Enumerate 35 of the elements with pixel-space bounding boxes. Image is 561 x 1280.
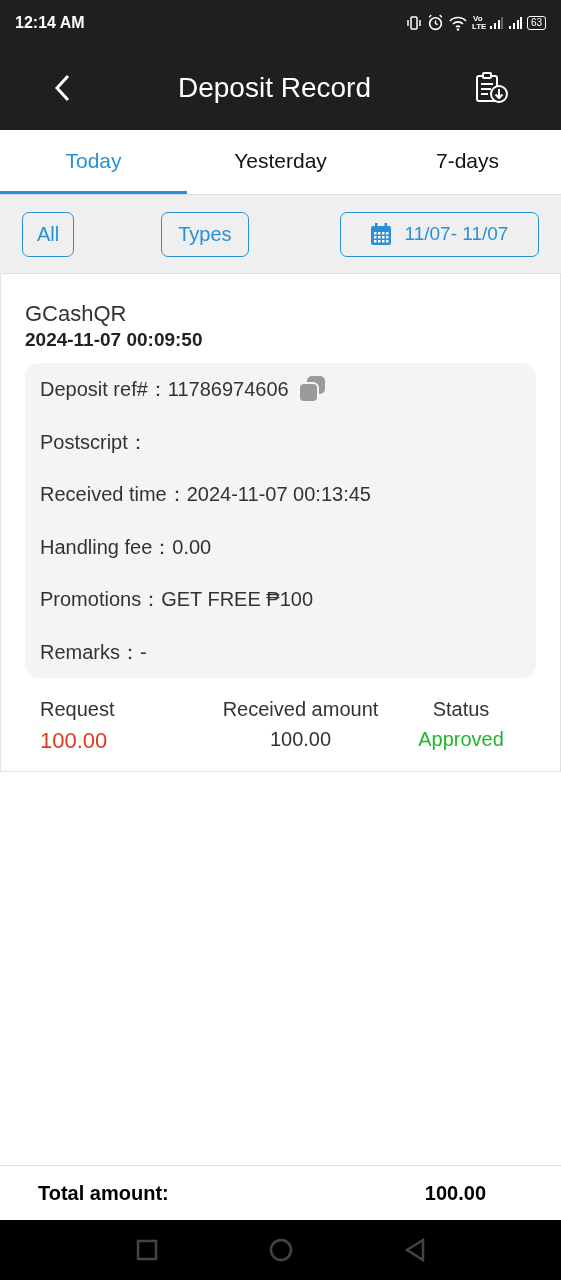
back-nav-icon[interactable] bbox=[403, 1238, 426, 1262]
vibrate-icon bbox=[405, 14, 422, 31]
request-amount: 100.00 bbox=[40, 727, 109, 755]
recents-icon[interactable] bbox=[135, 1239, 158, 1261]
clipboard-download-icon[interactable] bbox=[475, 71, 509, 104]
request-label: Request bbox=[40, 697, 116, 722]
battery-indicator: 63 bbox=[526, 15, 546, 30]
calendar-icon bbox=[370, 223, 391, 245]
all-filter-button[interactable]: All bbox=[22, 211, 75, 257]
types-filter-button[interactable]: Types bbox=[161, 211, 249, 257]
status-time: 12:14 AM bbox=[15, 12, 85, 33]
network-label: Vo LTE bbox=[471, 14, 484, 31]
total-label: Total amount: bbox=[38, 1181, 169, 1206]
date-tab[interactable]: 7-days bbox=[374, 130, 561, 194]
detail-text: Deposit ref#：11786974606 bbox=[40, 377, 289, 403]
detail-text: Received time：2024-11-07 00:13:45 bbox=[40, 482, 371, 508]
record-time: 2024-11-07 00:09:50 bbox=[25, 328, 204, 352]
received-label: Received amount bbox=[221, 697, 380, 722]
date-tab[interactable]: Yesterday bbox=[187, 130, 374, 194]
detail-text: Postscript： bbox=[40, 429, 148, 455]
page-title: Deposit Record bbox=[178, 70, 371, 105]
wifi-icon bbox=[448, 14, 467, 31]
status-label: Status bbox=[431, 697, 491, 722]
signal-icon bbox=[507, 15, 522, 30]
detail-text: Handling fee：0.00 bbox=[40, 534, 212, 560]
signal-icon bbox=[488, 15, 503, 30]
status-value: Approved bbox=[417, 727, 505, 752]
detail-text: Promotions：GET FREE ₱100 bbox=[40, 587, 314, 613]
alarm-icon bbox=[426, 14, 444, 31]
total-value: 100.00 bbox=[424, 1181, 486, 1206]
date-range-button[interactable]: 11/07- 11/07 bbox=[340, 211, 539, 257]
home-icon[interactable] bbox=[268, 1238, 293, 1262]
payment-method: GCashQR bbox=[25, 300, 128, 328]
detail-text: Remarks：- bbox=[40, 639, 147, 665]
received-amount: 100.00 bbox=[268, 727, 333, 752]
